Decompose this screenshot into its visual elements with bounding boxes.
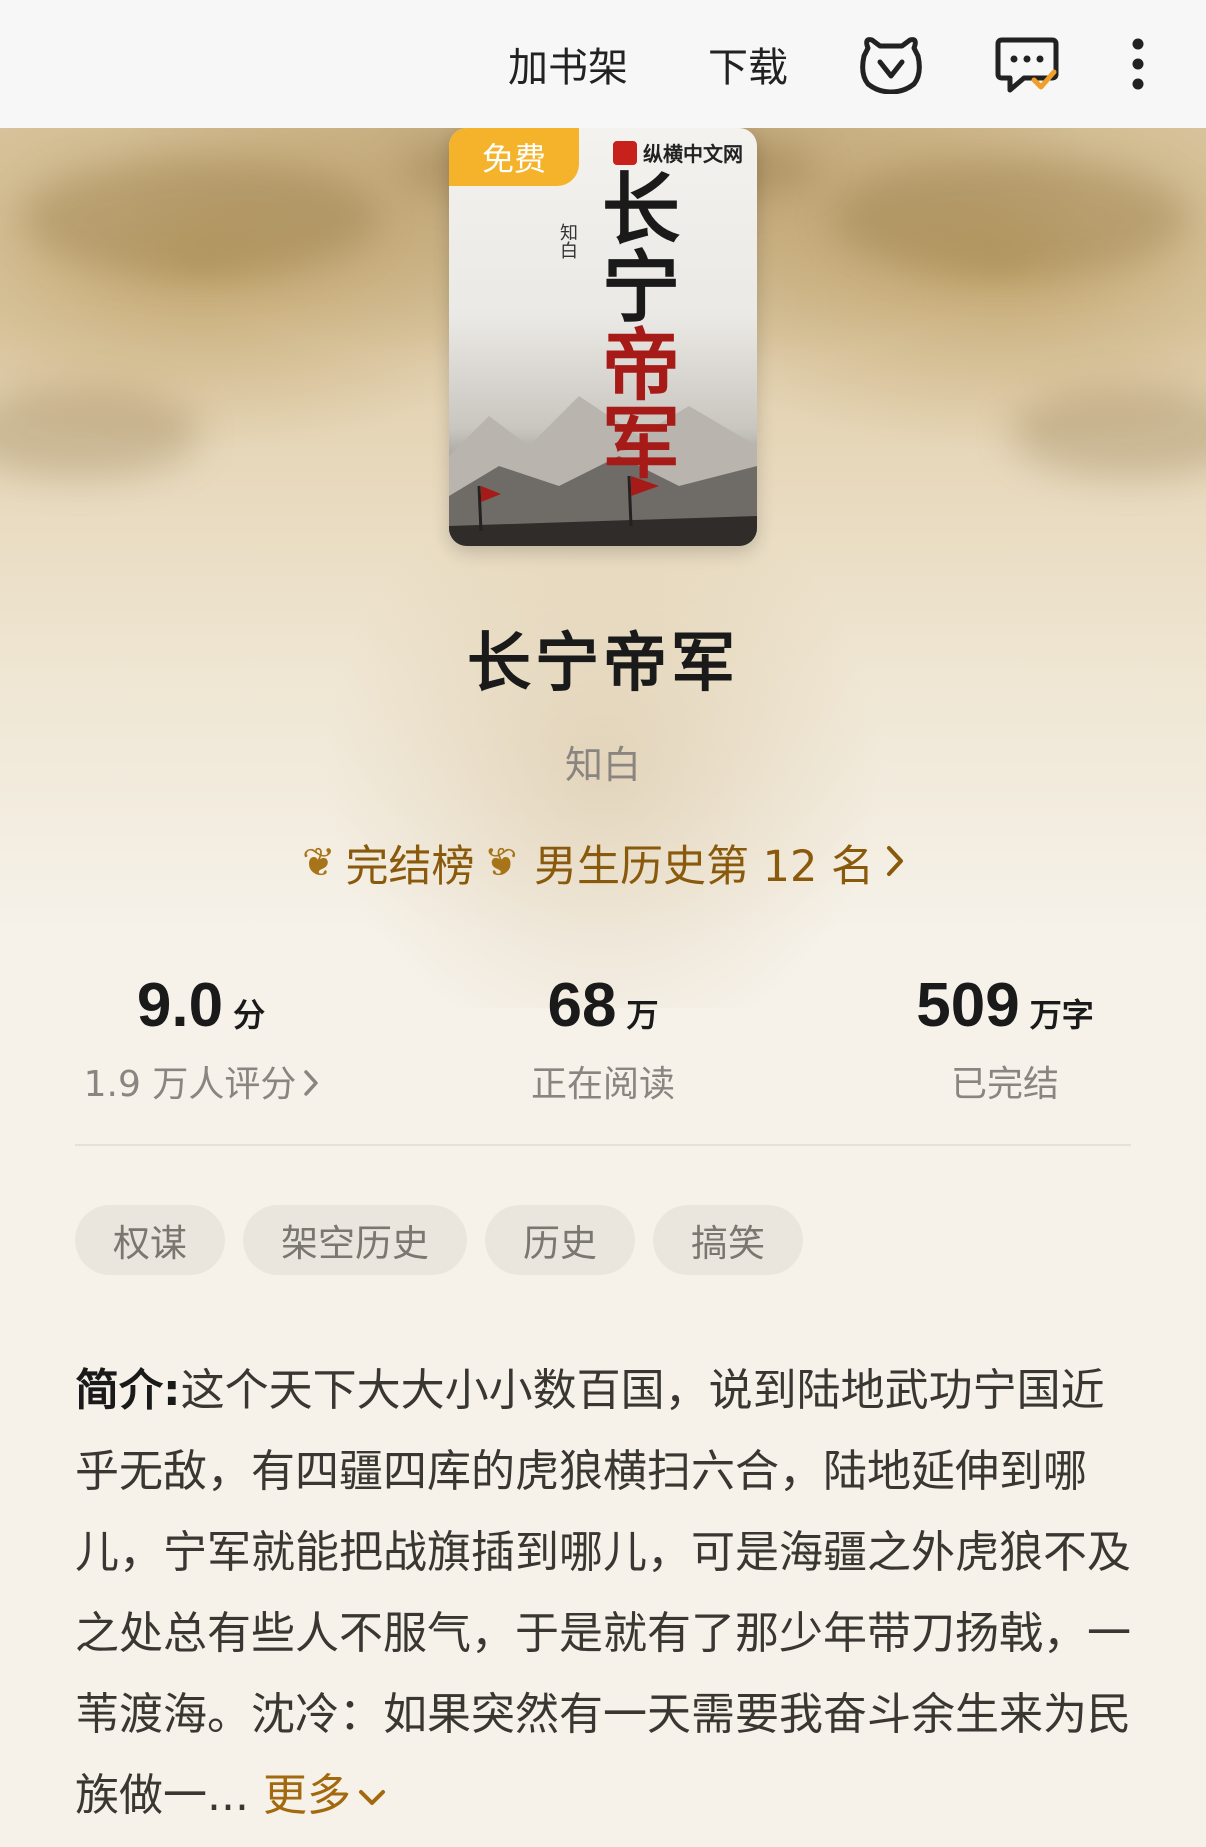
summary-text: 这个天下大大小小数百国，说到陆地武功宁国近乎无敌，有四疆四库的虎狼横扫六合，陆地… (75, 1365, 1131, 1821)
word-count-stat: 509 万字 已完结 (804, 970, 1206, 1107)
word-count-value: 509 (916, 971, 1020, 1040)
rank-link[interactable]: ❦ 完结榜 ❦ 男生历史第 12 名 (0, 832, 1206, 894)
rating-unit: 分 (233, 996, 266, 1034)
tag-chip[interactable]: 历史 (485, 1205, 635, 1275)
tag-chip[interactable]: 搞笑 (653, 1205, 803, 1275)
chevron-right-icon (886, 838, 904, 888)
chevron-right-icon (304, 1064, 319, 1105)
publisher-name: 纵横中文网 (643, 142, 743, 166)
readers-label: 正在阅读 (530, 1064, 675, 1105)
book-title: 长宁帝军 (467, 627, 739, 701)
rating-value: 9.0 (136, 971, 224, 1040)
tag-chip[interactable]: 权谋 (75, 1205, 225, 1275)
free-badge: 免费 (449, 128, 579, 186)
comment-icon[interactable] (994, 34, 1060, 94)
rating-stat[interactable]: 9.0 分 1.9 万人评分 (0, 970, 402, 1107)
top-bar: 加书架 下载 (0, 0, 1206, 128)
more-options-icon[interactable] (1130, 36, 1146, 92)
add-to-shelf-button[interactable]: 加书架 (508, 35, 628, 93)
download-button[interactable]: 下载 (708, 35, 788, 93)
cover-title-line2: 帝军 (589, 324, 680, 480)
summary-label: 简介: (75, 1365, 181, 1416)
expand-summary-button[interactable]: 更多 (263, 1770, 387, 1821)
stats-row: 9.0 分 1.9 万人评分 68 万 正在阅读 509 万字 已完结 (0, 970, 1206, 1110)
completion-status: 已完结 (950, 1064, 1059, 1105)
book-summary: 简介:这个天下大大小小数百国，说到陆地武功宁国近乎无敌，有四疆四库的虎狼横扫六合… (75, 1350, 1135, 1836)
cover-title-line1: 长宁 (589, 168, 680, 324)
book-cover[interactable]: 免费 纵横中文网 知白 长宁帝军 (449, 128, 757, 546)
readers-value: 68 (547, 971, 617, 1040)
cover-author: 知白 (557, 223, 578, 259)
laurel-left-icon: ❦ (301, 840, 336, 886)
readers-stat: 68 万 正在阅读 (402, 970, 804, 1107)
chevron-down-icon (358, 1790, 385, 1805)
word-count-unit: 万字 (1029, 996, 1094, 1034)
publisher-icon (613, 140, 637, 165)
rank-board-name: 完结榜 (345, 842, 475, 892)
tag-list: 权谋 架空历史 历史 搞笑 (75, 1205, 821, 1275)
readers-unit: 万 (626, 996, 659, 1034)
rating-count: 1.9 万人评分 (83, 1064, 297, 1105)
laurel-right-icon: ❦ (484, 840, 518, 886)
divider (75, 1144, 1131, 1146)
tag-chip[interactable]: 架空历史 (243, 1205, 467, 1275)
more-label: 更多 (262, 1770, 351, 1821)
book-author[interactable]: 知白 (0, 734, 1206, 789)
publisher-logo: 纵横中文网 (613, 138, 743, 167)
rating-count-link[interactable]: 1.9 万人评分 (0, 1055, 402, 1107)
rank-text: 男生历史第 12 名 (533, 842, 875, 892)
cover-title: 长宁帝军 (584, 168, 680, 528)
tv-icon[interactable] (858, 34, 924, 94)
